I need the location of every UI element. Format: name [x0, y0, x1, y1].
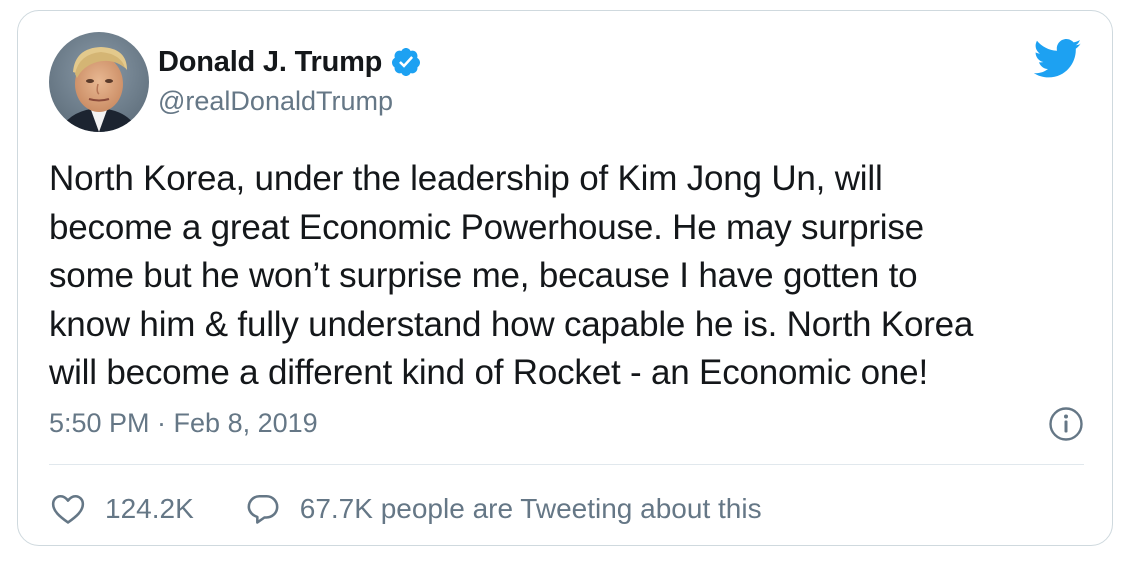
info-icon[interactable] — [1048, 406, 1084, 442]
conversation-text: 67.7K people are Tweeting about this — [299, 493, 762, 524]
like-button[interactable]: 124.2K — [51, 493, 194, 525]
tweet-actions: 124.2K 67.7K people are Tweeting about t… — [51, 487, 762, 531]
tweet-text: North Korea, under the leadership of Kim… — [49, 159, 974, 392]
twitter-bird-icon[interactable] — [1033, 39, 1082, 79]
tweet-card[interactable]: Donald J. Trump @realDonaldTrump North K… — [17, 10, 1113, 546]
author-row: Donald J. Trump — [158, 43, 422, 81]
conversation-link[interactable]: 67.7K people are Tweeting about this — [246, 492, 762, 526]
user-handle[interactable]: @realDonaldTrump — [158, 86, 393, 117]
tweet-timestamp[interactable]: 5:50 PM · Feb 8, 2019 — [49, 408, 318, 439]
speech-bubble-icon — [246, 492, 280, 526]
avatar[interactable] — [49, 32, 149, 132]
like-count: 124.2K — [105, 493, 194, 524]
divider — [49, 464, 1084, 465]
verified-badge-icon — [390, 46, 422, 78]
heart-icon — [51, 493, 85, 525]
display-name[interactable]: Donald J. Trump — [158, 46, 382, 79]
